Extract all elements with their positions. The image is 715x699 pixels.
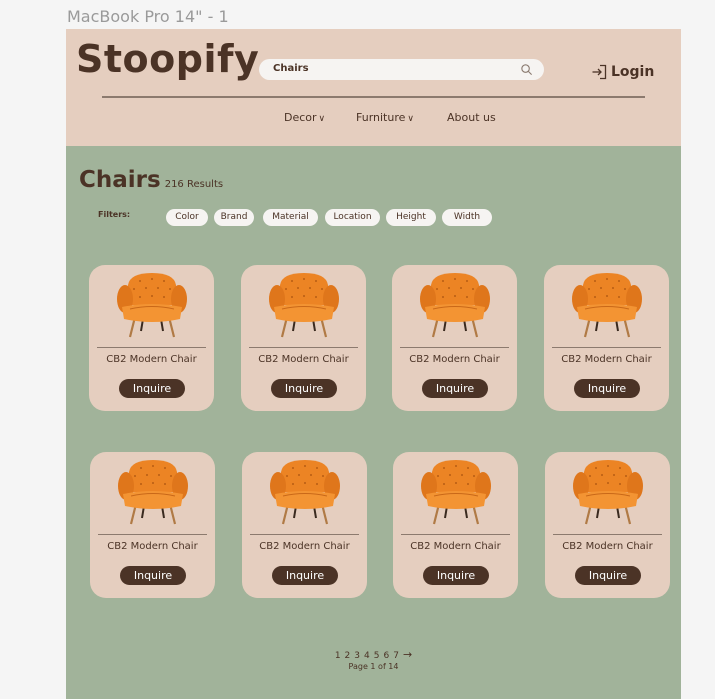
product-name: CB2 Modern Chair: [259, 541, 350, 552]
filter-chip-height[interactable]: Height: [386, 209, 436, 226]
search-icon[interactable]: [520, 63, 533, 76]
login-label: Login: [611, 64, 655, 80]
next-arrow-icon[interactable]: →: [403, 648, 412, 661]
page-link[interactable]: 5: [374, 651, 380, 661]
product-card[interactable]: CB2 Modern Chair Inquire: [242, 452, 367, 598]
filters-label: Filters:: [98, 210, 131, 219]
page-link[interactable]: 3: [354, 651, 360, 661]
filter-chip-location[interactable]: Location: [325, 209, 380, 226]
results-count: 216 Results: [164, 179, 224, 190]
page-link[interactable]: 7: [393, 651, 399, 661]
card-divider: [400, 347, 509, 348]
product-name: CB2 Modern Chair: [258, 354, 349, 365]
filter-chip-brand[interactable]: Brand: [214, 209, 254, 226]
chevron-down-icon: ∨: [318, 114, 326, 124]
page-link[interactable]: 1: [335, 651, 341, 661]
results-heading: Chairs 216 Results: [79, 167, 223, 193]
product-name: CB2 Modern Chair: [561, 354, 652, 365]
product-name: CB2 Modern Chair: [562, 541, 653, 552]
product-card[interactable]: CB2 Modern Chair Inquire: [545, 452, 670, 598]
chair-image: [572, 273, 642, 338]
inquire-button[interactable]: Inquire: [575, 566, 641, 585]
chair-image: [270, 460, 340, 525]
inquire-button[interactable]: Inquire: [574, 379, 640, 398]
page-link[interactable]: 6: [383, 651, 389, 661]
filter-chip-color[interactable]: Color: [166, 209, 208, 226]
nav-item-about[interactable]: About us: [447, 111, 496, 124]
inquire-button[interactable]: Inquire: [120, 566, 186, 585]
chair-image: [573, 460, 643, 525]
inquire-button[interactable]: Inquire: [422, 379, 488, 398]
nav-label: Decor: [284, 111, 317, 124]
product-name: CB2 Modern Chair: [409, 354, 500, 365]
filter-chip-width[interactable]: Width: [442, 209, 492, 226]
page-link[interactable]: 4: [364, 651, 370, 661]
login-icon: [592, 64, 607, 80]
product-card[interactable]: CB2 Modern Chair Inquire: [89, 265, 214, 411]
card-divider: [98, 534, 207, 535]
chair-image: [420, 273, 490, 338]
page-link[interactable]: 2: [345, 651, 351, 661]
chair-image: [269, 273, 339, 338]
chair-image: [118, 460, 188, 525]
chair-image: [117, 273, 187, 338]
chevron-down-icon: ∨: [407, 114, 414, 124]
inquire-button[interactable]: Inquire: [119, 379, 185, 398]
product-card[interactable]: CB2 Modern Chair Inquire: [393, 452, 518, 598]
card-divider: [553, 534, 662, 535]
product-name: CB2 Modern Chair: [106, 354, 197, 365]
card-divider: [401, 534, 510, 535]
product-card[interactable]: CB2 Modern Chair Inquire: [392, 265, 517, 411]
page-info: Page 1 of 14: [348, 662, 399, 671]
nav-item-furniture[interactable]: Furniture ∨: [356, 111, 414, 124]
nav-label: Furniture: [356, 111, 406, 124]
login-button[interactable]: Login: [591, 62, 654, 82]
page-title: Chairs: [79, 167, 161, 193]
site-logo[interactable]: Stoopify: [76, 37, 259, 81]
product-card[interactable]: CB2 Modern Chair Inquire: [241, 265, 366, 411]
main-nav: Decor ∨ Furniture ∨ About us: [66, 111, 681, 127]
inquire-button[interactable]: Inquire: [271, 379, 337, 398]
site-header: Stoopify Chairs Login Decor ∨ Furniture ∨ …: [66, 29, 681, 146]
nav-label: About us: [447, 111, 496, 124]
card-divider: [249, 347, 358, 348]
inquire-button[interactable]: Inquire: [272, 566, 338, 585]
page-frame: Stoopify Chairs Login Decor ∨ Furniture ∨ …: [66, 29, 681, 699]
inquire-button[interactable]: Inquire: [423, 566, 489, 585]
pagination: 1 2 3 4 5 6 7 →: [66, 648, 681, 661]
product-card[interactable]: CB2 Modern Chair Inquire: [544, 265, 669, 411]
card-divider: [97, 347, 206, 348]
card-divider: [250, 534, 359, 535]
header-divider: [102, 96, 645, 98]
nav-item-decor[interactable]: Decor ∨: [284, 111, 325, 124]
product-name: CB2 Modern Chair: [410, 541, 501, 552]
product-name: CB2 Modern Chair: [107, 541, 198, 552]
frame-label: MacBook Pro 14" - 1: [67, 7, 229, 26]
search-input[interactable]: Chairs: [273, 63, 309, 74]
chair-image: [421, 460, 491, 525]
card-divider: [552, 347, 661, 348]
filter-chip-material[interactable]: Material: [263, 209, 318, 226]
search-bar[interactable]: Chairs: [259, 59, 544, 80]
product-card[interactable]: CB2 Modern Chair Inquire: [90, 452, 215, 598]
